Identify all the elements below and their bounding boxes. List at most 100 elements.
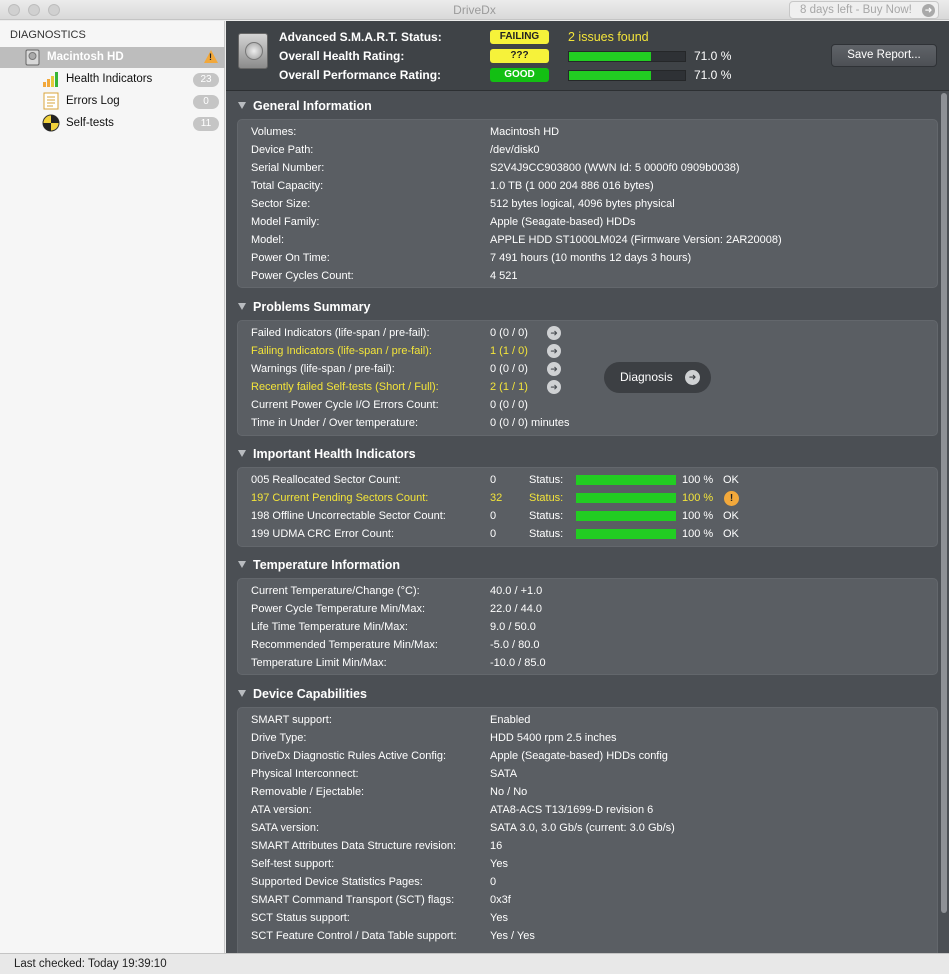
capabilities-field-value: Yes	[490, 858, 508, 870]
problems-field-value: 0 (0 / 0)	[490, 399, 528, 411]
performance-rating-badge: GOOD	[490, 68, 549, 82]
hard-drive-icon	[238, 33, 268, 69]
capabilities-field-label: Removable / Ejectable:	[251, 786, 365, 798]
health-field-value: 32	[490, 492, 503, 504]
temperature-row: Recommended Temperature Min/Max: -5.0 / 8…	[251, 637, 921, 655]
sidebar-item-errors-log[interactable]: Errors Log 0	[0, 91, 225, 112]
sidebar-item-self-tests[interactable]: Self-tests 11	[0, 113, 225, 134]
performance-rating-label: Overall Performance Rating:	[279, 68, 442, 82]
health-rating-label: Overall Health Rating:	[279, 49, 405, 63]
general-row: Model: APPLE HDD ST1000LM024 (Firmware Ve…	[251, 232, 921, 250]
health-field-label: 198 Offline Uncorrectable Sector Count:	[251, 510, 446, 522]
capabilities-row: Physical Interconnect: SATA	[251, 766, 921, 784]
section-toggle-general[interactable]: General Information	[238, 99, 372, 113]
section-title: Problems Summary	[253, 300, 371, 314]
details-arrow-button[interactable]: ➜	[547, 344, 561, 358]
temperature-field-label: Power Cycle Temperature Min/Max:	[251, 603, 426, 615]
general-row: Device Path: /dev/disk0	[251, 142, 921, 160]
capabilities-row: SMART support: Enabled	[251, 712, 921, 730]
performance-rating-fill	[569, 71, 652, 80]
buy-now-button[interactable]: 8 days left - Buy Now! ➜	[789, 1, 939, 19]
status-bar: Last checked: Today 19:39:10	[0, 953, 949, 974]
general-field-label: Power Cycles Count:	[251, 270, 354, 282]
capabilities-field-value: SATA	[490, 768, 518, 780]
sidebar-item-label: Macintosh HD	[47, 51, 124, 63]
health-indicator-bar	[576, 511, 676, 521]
problems-row: Recently failed Self-tests (Short / Full…	[251, 379, 921, 397]
problems-field-value: 0 (0 / 0)	[490, 327, 528, 339]
temperature-field-value: -5.0 / 80.0	[490, 639, 540, 651]
problems-field-label: Recently failed Self-tests (Short / Full…	[251, 381, 439, 393]
count-badge: 0	[193, 95, 219, 109]
health-rating-bar	[568, 51, 686, 62]
health-rating-percent: 71.0 %	[694, 49, 732, 63]
sidebar-item-health-indicators[interactable]: Health Indicators 23	[0, 69, 225, 90]
problems-field-label: Time in Under / Over temperature:	[251, 417, 419, 429]
sidebar-item-label: Self-tests	[66, 117, 114, 129]
details-arrow-button[interactable]: ➜	[547, 362, 561, 376]
section-title: Temperature Information	[253, 558, 401, 572]
capabilities-field-value: 0x3f	[490, 894, 511, 906]
capabilities-row: SATA version: SATA 3.0, 3.0 Gb/s (current…	[251, 820, 921, 838]
health-rating-badge: ???	[490, 49, 549, 63]
capabilities-row: DriveDx Diagnostic Rules Active Config: A…	[251, 748, 921, 766]
status-summary: Advanced S.M.A.R.T. Status: FAILING 2 is…	[226, 21, 949, 91]
section-toggle-health[interactable]: Important Health Indicators	[238, 447, 416, 461]
temperature-field-label: Current Temperature/Change (°C):	[251, 585, 420, 597]
capabilities-row: ATA version: ATA8-ACS T13/1699-D revision…	[251, 802, 921, 820]
sidebar-header: DIAGNOSTICS	[10, 29, 86, 41]
performance-rating-percent: 71.0 %	[694, 68, 732, 82]
temperature-row: Life Time Temperature Min/Max: 9.0 / 50.0	[251, 619, 921, 637]
health-row: 198 Offline Uncorrectable Sector Count: 0…	[251, 508, 921, 526]
main-panel: Advanced S.M.A.R.T. Status: FAILING 2 is…	[226, 21, 949, 953]
health-indicator-percent: 100 %	[682, 474, 714, 486]
health-field-label: 199 UDMA CRC Error Count:	[251, 528, 395, 540]
health-row: 197 Current Pending Sectors Count: 32 Stat…	[251, 490, 921, 508]
health-indicator-bar	[576, 529, 676, 539]
temperature-field-value: -10.0 / 85.0	[490, 657, 546, 669]
temperature-row: Power Cycle Temperature Min/Max: 22.0 / 4…	[251, 601, 921, 619]
capabilities-field-label: SMART Command Transport (SCT) flags:	[251, 894, 455, 906]
capabilities-field-value: HDD 5400 rpm 2.5 inches	[490, 732, 617, 744]
capabilities-row: Supported Device Statistics Pages: 0	[251, 874, 921, 892]
status-ok-text: OK	[723, 528, 739, 540]
health-rating-fill	[569, 52, 652, 61]
disclosure-triangle-icon	[238, 102, 246, 109]
capabilities-field-label: SMART support:	[251, 714, 332, 726]
test-target-icon	[42, 114, 60, 132]
section-toggle-temperature[interactable]: Temperature Information	[238, 558, 400, 572]
health-indicator-bar	[576, 493, 676, 503]
vertical-scrollbar[interactable]	[941, 93, 947, 913]
section-toggle-capabilities[interactable]: Device Capabilities	[238, 687, 367, 701]
general-field-value: /dev/disk0	[490, 144, 540, 156]
smart-status-badge: FAILING	[490, 30, 549, 44]
sidebar: DIAGNOSTICS Macintosh HD Health Indicato…	[0, 21, 225, 953]
health-row: 005 Reallocated Sector Count: 0 Status: 100…	[251, 472, 921, 490]
status-label: Status:	[529, 474, 564, 486]
section-toggle-problems[interactable]: Problems Summary	[238, 300, 370, 314]
capabilities-field-label: ATA version:	[251, 804, 312, 816]
performance-rating-bar	[568, 70, 686, 81]
capabilities-field-label: SCT Status support:	[251, 912, 350, 924]
general-field-value: 512 bytes logical, 4096 bytes physical	[490, 198, 675, 210]
issues-found-text: 2 issues found	[568, 30, 649, 44]
problems-field-value: 0 (0 / 0) minutes	[490, 417, 570, 429]
general-field-value: 4 521	[490, 270, 518, 282]
sidebar-item-label: Health Indicators	[66, 73, 153, 85]
general-row: Sector Size: 512 bytes logical, 4096 byte…	[251, 196, 921, 214]
details-arrow-button[interactable]: ➜	[547, 326, 561, 340]
diagnosis-button[interactable]: Diagnosis ➜	[604, 362, 711, 393]
section-title: Device Capabilities	[253, 687, 367, 701]
details-arrow-button[interactable]: ➜	[547, 380, 561, 394]
capabilities-field-value: Yes / Yes	[490, 930, 535, 942]
save-report-button[interactable]: Save Report...	[831, 44, 937, 67]
general-row: Volumes: Macintosh HD	[251, 124, 921, 142]
health-field-value: 0	[490, 510, 497, 522]
capabilities-field-value: Enabled	[490, 714, 531, 726]
problems-field-value: 1 (1 / 0)	[490, 345, 528, 357]
section-title: Important Health Indicators	[253, 447, 416, 461]
status-ok-text: OK	[723, 510, 739, 522]
sidebar-item-macintosh-hd[interactable]: Macintosh HD	[0, 47, 225, 68]
general-row: Power Cycles Count: 4 521	[251, 268, 921, 286]
general-field-label: Power On Time:	[251, 252, 330, 264]
